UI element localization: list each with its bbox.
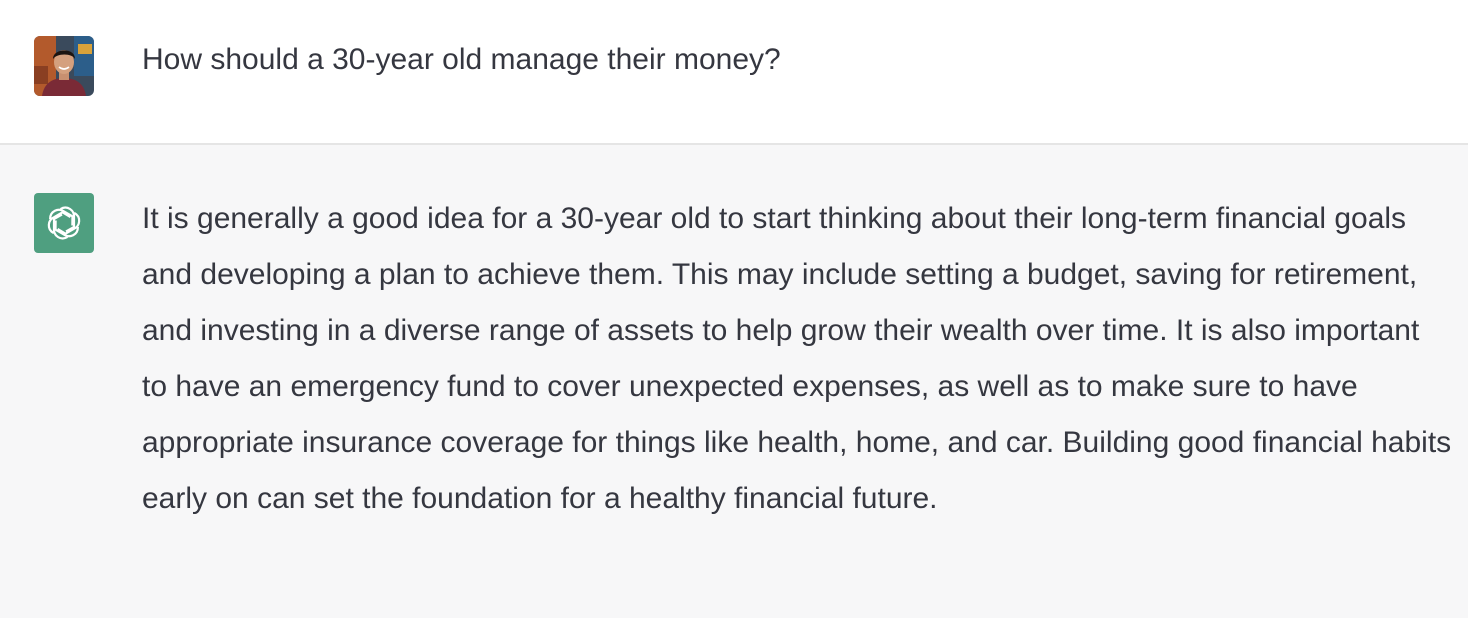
assistant-avatar-container: [34, 193, 94, 253]
assistant-message-text: It is generally a good idea for a 30-yea…: [142, 202, 1452, 515]
openai-logo-icon: [47, 206, 81, 240]
assistant-avatar: [34, 193, 94, 253]
user-avatar: [34, 36, 94, 96]
assistant-message-row: It is generally a good idea for a 30-yea…: [0, 145, 1468, 618]
user-message-row: How should a 30-year old manage their mo…: [0, 0, 1468, 145]
user-avatar-container: [34, 36, 94, 96]
conversation-thread: How should a 30-year old manage their mo…: [0, 0, 1468, 618]
user-message-text: How should a 30-year old manage their mo…: [142, 43, 781, 76]
